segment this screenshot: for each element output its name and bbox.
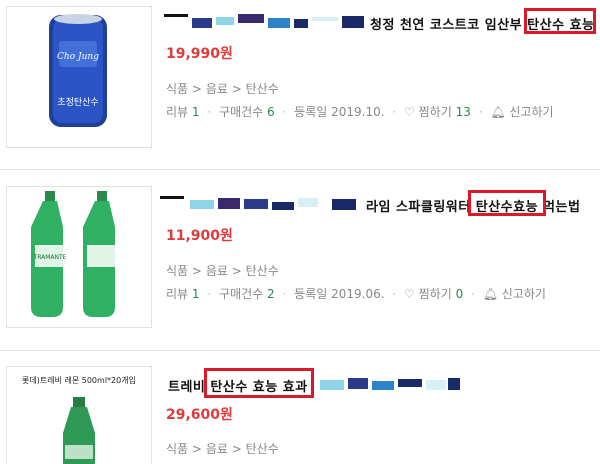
wish-label: 찜하기 [418, 105, 452, 119]
product-thumbnail[interactable]: 롯데)트레비 레몬 500ml*20개입 [6, 366, 152, 464]
purchase-label: 구매건수 [219, 105, 264, 119]
category-level-2[interactable]: 음료 [206, 264, 228, 278]
bell-icon: 🔔︎ [490, 105, 506, 119]
meta-dot: · [207, 105, 212, 119]
meta-dot: · [471, 287, 475, 301]
bottle-image: 롯데)트레비 레몬 500ml*20개입 [22, 375, 136, 464]
wish-button[interactable]: ♡ 찜하기 13 [404, 105, 475, 119]
category-breadcrumb[interactable]: 식품 > 음료 > 탄산수 [166, 440, 279, 457]
heart-icon: ♡ [404, 105, 415, 119]
purchase-count: 6 [267, 105, 275, 119]
bottle-image: TRAMANTE [31, 191, 117, 317]
category-separator: > [231, 442, 242, 456]
keyword-highlight [204, 368, 314, 398]
review-label[interactable]: 리뷰 [166, 287, 188, 301]
register-date: 등록일 2019.06. [294, 287, 385, 301]
product-price: 19,990원 [166, 46, 233, 62]
purchase-count: 2 [267, 287, 275, 301]
category-breadcrumb[interactable]: 식품 > 음료 > 탄산수 [166, 262, 279, 279]
report-button[interactable]: 🔔︎ 신고하기 [490, 105, 553, 119]
category-separator: > [231, 264, 242, 278]
keyword-highlight [468, 190, 546, 216]
product-price: 29,600원 [166, 407, 233, 423]
redaction-bar [160, 196, 360, 212]
category-level-3[interactable]: 탄산수 [246, 264, 279, 278]
heart-icon: ♡ [404, 287, 415, 301]
item-divider [0, 350, 600, 351]
category-level-1[interactable]: 식품 [166, 82, 188, 96]
product-thumbnail[interactable]: TRAMANTE [6, 186, 152, 328]
meta-dot: · [392, 287, 397, 301]
product-title[interactable]: 트레비 탄산수 효능 효과 [160, 368, 596, 398]
product-title[interactable]: 청정 천연 코스트코 임산부 탄산수 효능 [160, 8, 596, 34]
purchase-label: 구매건수 [219, 287, 264, 301]
wish-count: 0 [455, 287, 464, 301]
category-level-3[interactable]: 탄산수 [246, 442, 279, 456]
meta-dot: · [478, 105, 483, 119]
wish-button[interactable]: ♡ 찜하기 0 [404, 287, 467, 301]
product-thumbnail[interactable]: Cho Jung 초정탄산수 [6, 6, 152, 148]
category-breadcrumb[interactable]: 식품 > 음료 > 탄산수 [166, 80, 279, 97]
category-separator: > [191, 264, 202, 278]
product-title[interactable]: 라임 스파클링워터 탄산수효능 먹는법 [160, 190, 596, 216]
category-level-3[interactable]: 탄산수 [246, 82, 279, 96]
report-label: 신고하기 [509, 105, 554, 119]
item-divider [0, 169, 600, 170]
keyword-highlight [524, 8, 596, 34]
report-button[interactable]: 🔔︎ 신고하기 [483, 287, 546, 301]
category-separator: > [231, 82, 242, 96]
category-separator: > [191, 82, 202, 96]
can-image: Cho Jung 초정탄산수 [49, 14, 107, 127]
product-price: 11,900원 [166, 228, 233, 244]
meta-dot: · [392, 105, 397, 119]
thumb-brand: 초정탄산수 [57, 97, 98, 108]
report-label: 신고하기 [501, 287, 546, 301]
review-label[interactable]: 리뷰 [166, 105, 188, 119]
redaction-bar [320, 376, 460, 392]
category-level-1[interactable]: 식품 [166, 264, 188, 278]
wish-count: 13 [455, 105, 471, 119]
bell-icon: 🔔︎ [482, 287, 498, 301]
meta-dot: · [207, 287, 212, 301]
svg-text:Cho Jung: Cho Jung [57, 52, 99, 62]
review-count[interactable]: 1 [192, 287, 200, 301]
register-date: 등록일 2019.10. [294, 105, 385, 119]
category-level-1[interactable]: 식품 [166, 442, 188, 456]
thumb-brand: TRAMANTE [33, 254, 67, 261]
product-meta: 리뷰 1 · 구매건수 6 · 등록일 2019.10. · ♡ 찜하기 13 … [166, 103, 554, 120]
category-level-2[interactable]: 음료 [206, 442, 228, 456]
thumb-caption: 롯데)트레비 레몬 500ml*20개입 [22, 375, 136, 385]
meta-dot: · [282, 287, 287, 301]
meta-dot: · [282, 105, 287, 119]
wish-label: 찜하기 [418, 287, 452, 301]
category-separator: > [191, 442, 202, 456]
category-level-2[interactable]: 음료 [206, 82, 228, 96]
redaction-bar [164, 14, 364, 30]
review-count[interactable]: 1 [192, 105, 200, 119]
product-meta: 리뷰 1 · 구매건수 2 · 등록일 2019.06. · ♡ 찜하기 0 ·… [166, 285, 546, 302]
